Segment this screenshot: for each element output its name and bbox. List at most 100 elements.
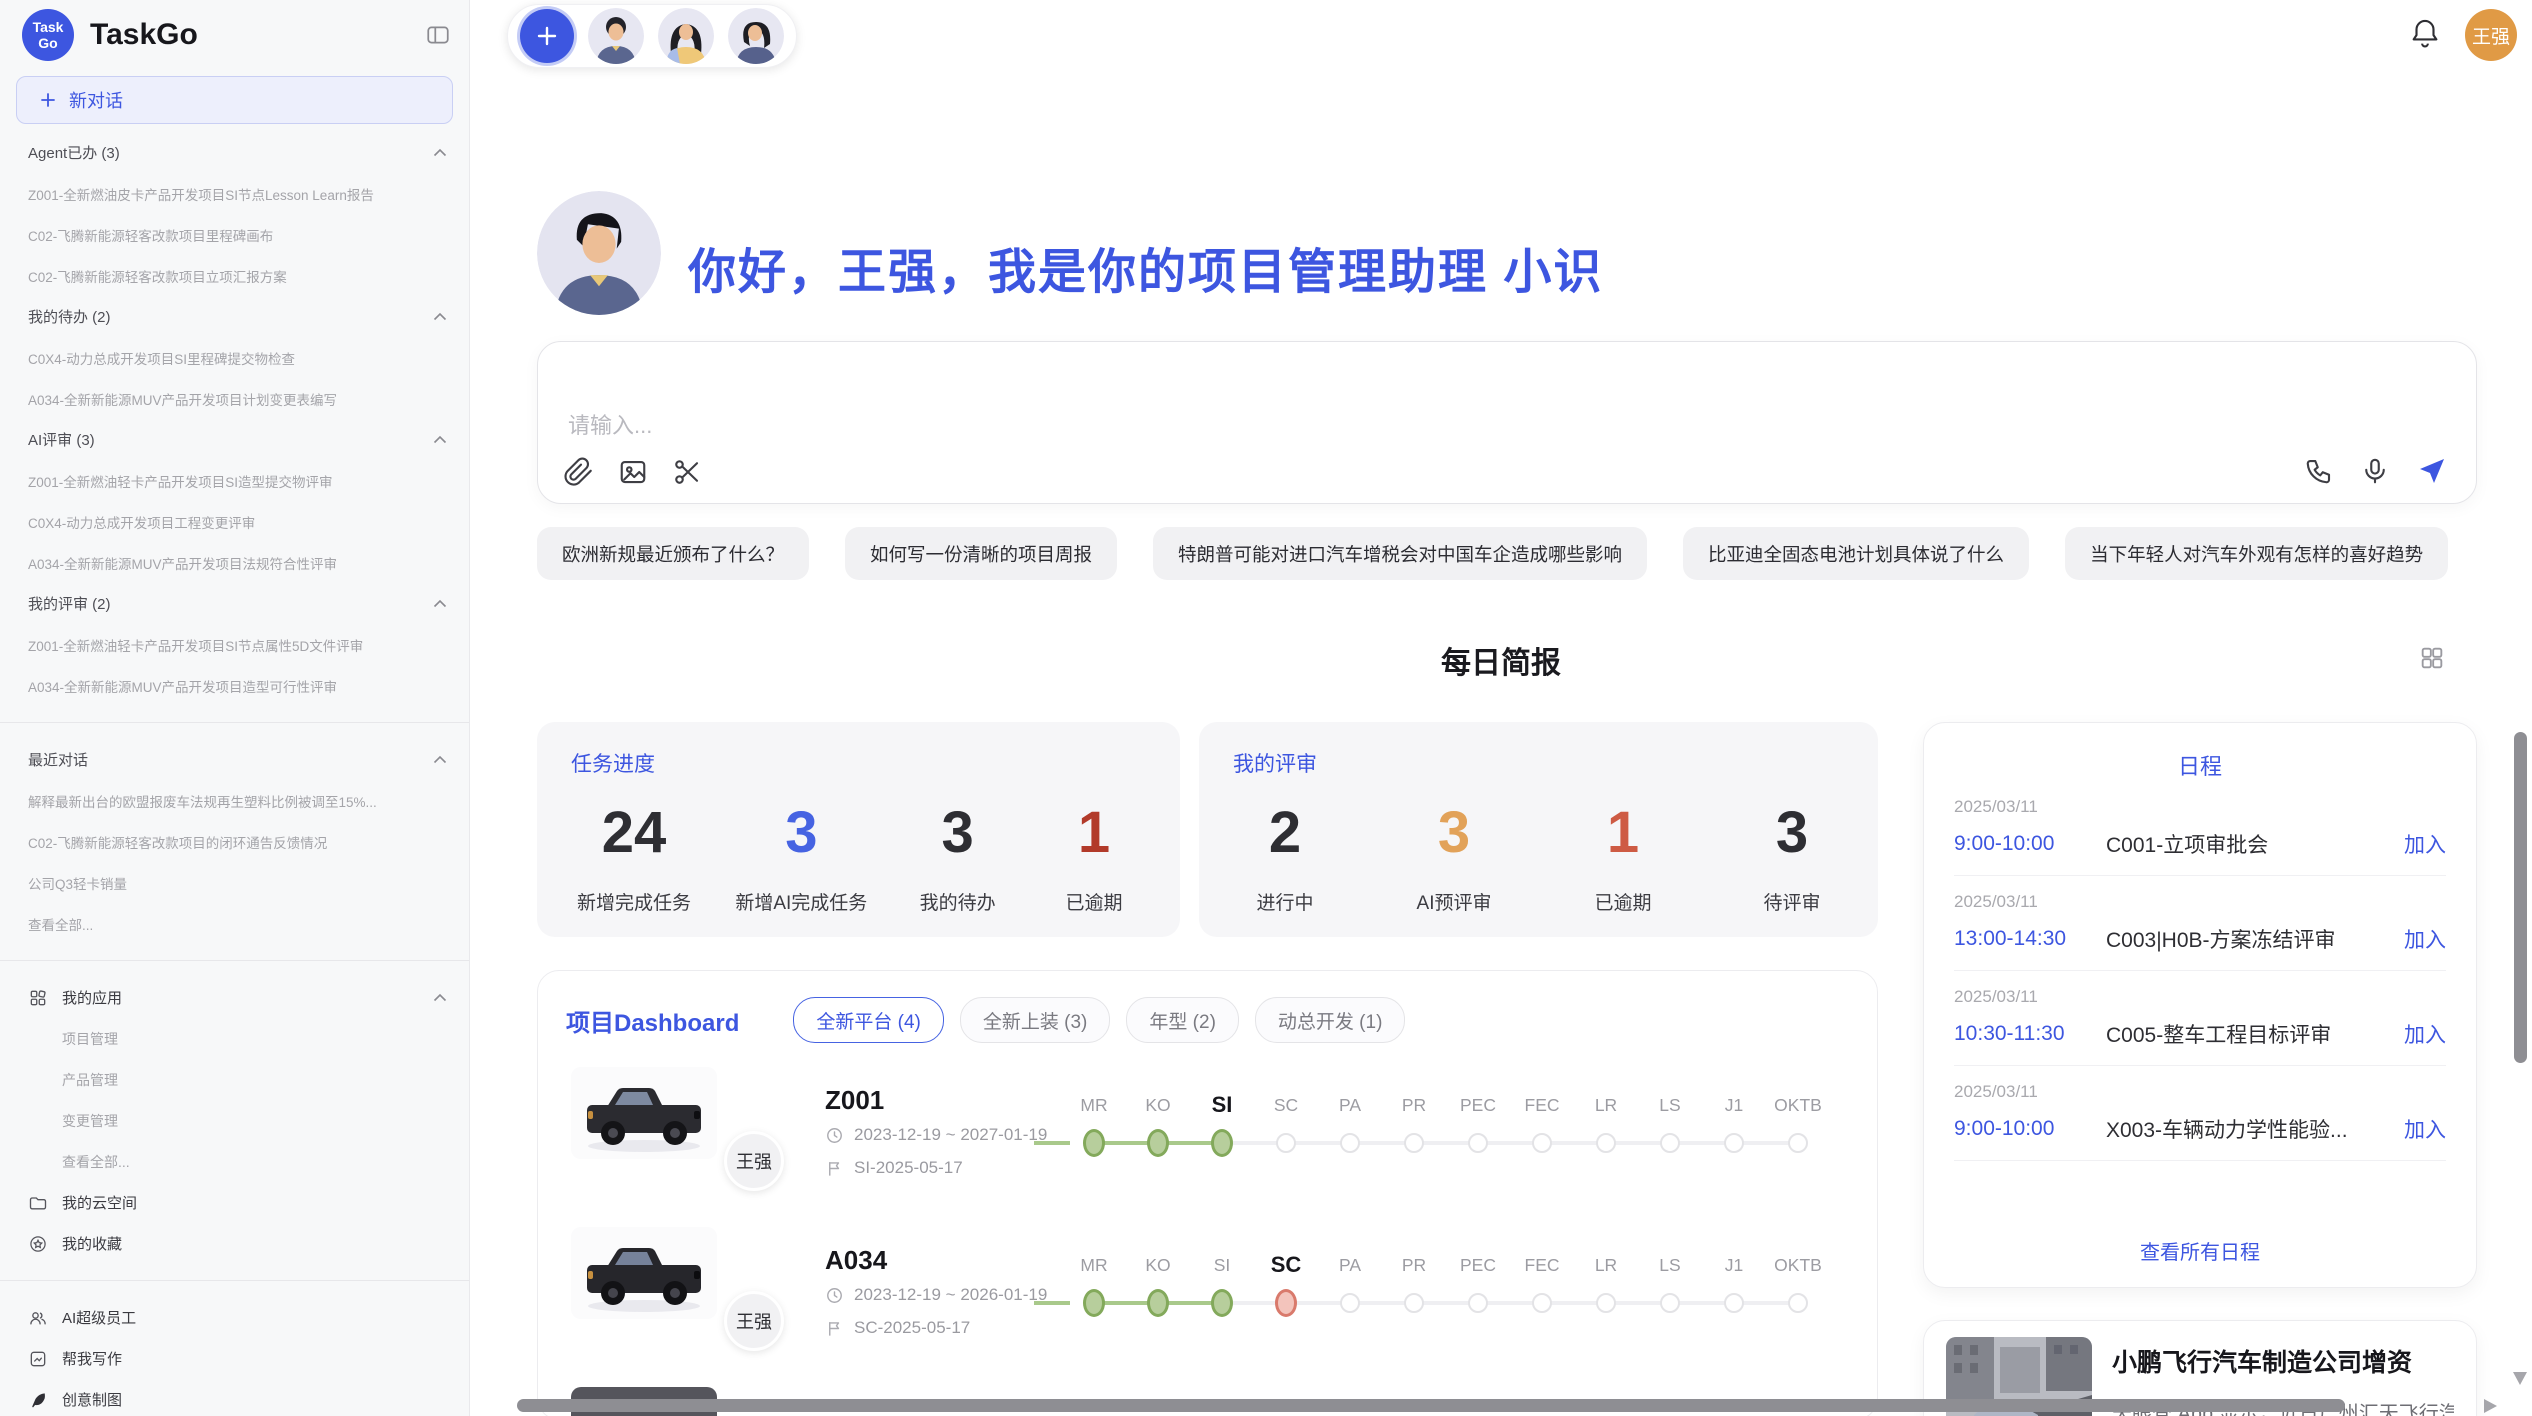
- sidebar-item-write-helper[interactable]: 帮我写作: [0, 1338, 469, 1379]
- milestone-dot: [1788, 1133, 1808, 1153]
- input-placeholder: 请输入...: [568, 408, 652, 440]
- sidebar-item[interactable]: Z001-全新燃油皮卡产品开发项目SI节点Lesson Learn报告: [0, 173, 469, 214]
- recent-chat-item[interactable]: 解释最新出台的欧盟报废车法规再生塑料比例被调至15%...: [0, 780, 469, 821]
- new-chat-button[interactable]: 新对话: [16, 76, 453, 124]
- microphone-icon[interactable]: [2360, 456, 2390, 486]
- join-link[interactable]: 加入: [2404, 829, 2446, 859]
- milestone: OKTB: [1766, 1251, 1830, 1331]
- dashboard-tab[interactable]: 全新平台 (4): [793, 997, 944, 1043]
- chevron-up-icon: [433, 755, 447, 764]
- sidebar-item[interactable]: C02-飞腾新能源轻客改款项目立项汇报方案: [0, 255, 469, 296]
- suggestion-chip[interactable]: 比亚迪全固态电池计划具体说了什么: [1683, 527, 2029, 580]
- section-header-agent-done[interactable]: Agent已办 (3): [0, 132, 469, 173]
- milestone-dot: [1596, 1133, 1616, 1153]
- stat-label: 新增完成任务: [577, 888, 691, 915]
- suggestion-chip[interactable]: 如何写一份清晰的项目周报: [845, 527, 1117, 580]
- stat-label: 新增AI完成任务: [735, 888, 867, 915]
- sidebar-item[interactable]: A034-全新新能源MUV产品开发项目法规符合性评审: [0, 542, 469, 583]
- sidebar-item-cloud[interactable]: 我的云空间: [0, 1182, 469, 1223]
- dashboard-tab[interactable]: 动总开发 (1): [1255, 997, 1406, 1043]
- suggestion-chip[interactable]: 当下年轻人对汽车外观有怎样的喜好趋势: [2065, 527, 2448, 580]
- clock-icon: [825, 1286, 844, 1305]
- add-conversation-button[interactable]: [520, 9, 574, 63]
- divider: [1954, 1160, 2446, 1161]
- stat-label: 我的待办: [912, 888, 1004, 915]
- section-header-my-todo[interactable]: 我的待办 (2): [0, 296, 469, 337]
- dashboard-tab[interactable]: 全新上装 (3): [960, 997, 1111, 1043]
- send-icon[interactable]: [2416, 455, 2448, 487]
- project-dashboard-card: 项目Dashboard 全新平台 (4) 全新上装 (3) 年型 (2) 动总开…: [537, 970, 1878, 1416]
- recent-chat-item[interactable]: C02-飞腾新能源轻客改款项目的闭环通告反馈情况: [0, 821, 469, 862]
- project-image-truck: [571, 1227, 717, 1319]
- sidebar-item-favorites[interactable]: 我的收藏: [0, 1223, 469, 1264]
- join-link[interactable]: 加入: [2404, 1019, 2446, 1049]
- project-row[interactable]: 王强 A034 2023-12-19 ~ 2026-01-19 SC-2025-…: [538, 1217, 1877, 1377]
- stat-value: 3: [912, 802, 1004, 864]
- image-upload-icon[interactable]: [618, 457, 648, 487]
- join-link[interactable]: 加入: [2404, 1114, 2446, 1144]
- sidebar-item[interactable]: Z001-全新燃油轻卡产品开发项目SI造型提交物评审: [0, 460, 469, 501]
- stat-label: 已逾期: [1577, 888, 1669, 915]
- app-item[interactable]: 查看全部...: [0, 1141, 469, 1182]
- avatar[interactable]: [658, 8, 714, 64]
- scissors-icon[interactable]: [672, 457, 702, 487]
- creative-draw-label: 创意制图: [62, 1389, 122, 1410]
- stat-label: 进行中: [1239, 888, 1331, 915]
- sidebar-item[interactable]: A034-全新新能源MUV产品开发项目造型可行性评审: [0, 665, 469, 706]
- stat-value: 3: [1746, 802, 1838, 864]
- milestone-dot: [1660, 1293, 1680, 1313]
- section-header-recent-chats[interactable]: 最近对话: [0, 739, 469, 780]
- avatar[interactable]: [588, 8, 644, 64]
- suggestion-chip[interactable]: 特朗普可能对进口汽车增税会对中国车企造成哪些影响: [1153, 527, 1647, 580]
- recent-chat-item[interactable]: 公司Q3轻卡销量: [0, 862, 469, 903]
- layout-grid-icon[interactable]: [2418, 644, 2446, 672]
- stat-value: 3: [1408, 802, 1500, 864]
- project-row[interactable]: 王强 Z001 2023-12-19 ~ 2027-01-19 SI-2025-…: [538, 1057, 1877, 1217]
- task-progress-card: 任务进度 24 新增完成任务 3 新增AI完成任务 3 我的待办: [537, 722, 1180, 937]
- vertical-scrollbar[interactable]: [2514, 732, 2527, 1063]
- sidebar-item[interactable]: C0X4-动力总成开发项目SI里程碑提交物检查: [0, 337, 469, 378]
- dashboard-tabs: 全新平台 (4) 全新上装 (3) 年型 (2) 动总开发 (1): [793, 997, 1405, 1043]
- stat: 1 已逾期: [1048, 802, 1140, 915]
- sidebar-item-creative-draw[interactable]: 创意制图: [0, 1379, 469, 1416]
- event-name: X003-车辆动力学性能验...: [2106, 1114, 2404, 1144]
- horizontal-scrollbar[interactable]: [517, 1399, 2345, 1412]
- sidebar-item[interactable]: A034-全新新能源MUV产品开发项目计划变更表编写: [0, 378, 469, 419]
- stat-value: 1: [1577, 802, 1669, 864]
- event-time: 9:00-10:00: [1954, 832, 2106, 856]
- avatar[interactable]: [728, 8, 784, 64]
- notification-bell-icon[interactable]: [2408, 16, 2442, 50]
- collapse-sidebar-icon[interactable]: [425, 22, 451, 48]
- event-date: 2025/03/11: [1954, 1082, 2446, 1102]
- dashboard-tab[interactable]: 年型 (2): [1126, 997, 1239, 1043]
- chat-input[interactable]: 请输入...: [537, 341, 2477, 504]
- my-apps-header[interactable]: 我的应用: [0, 977, 469, 1018]
- sidebar-item[interactable]: Z001-全新燃油轻卡产品开发项目SI节点属性5D文件评审: [0, 624, 469, 665]
- user-avatar[interactable]: 王强: [2465, 9, 2517, 61]
- new-chat-label: 新对话: [69, 87, 123, 113]
- app-item[interactable]: 变更管理: [0, 1100, 469, 1141]
- app-item[interactable]: 项目管理: [0, 1018, 469, 1059]
- scroll-down-arrow[interactable]: [2513, 1372, 2527, 1385]
- sidebar-item-ai-staff[interactable]: AI超级员工: [0, 1297, 469, 1338]
- project-node: SI-2025-05-17: [854, 1158, 963, 1178]
- scroll-right-arrow[interactable]: [2484, 1399, 2497, 1413]
- event-date: 2025/03/11: [1954, 797, 2446, 817]
- milestone-dot: [1532, 1293, 1552, 1313]
- view-all-schedule-link[interactable]: 查看所有日程: [1924, 1236, 2476, 1265]
- section-header-my-review[interactable]: 我的评审 (2): [0, 583, 469, 624]
- daily-brief-title: 每日简报: [470, 638, 2532, 682]
- sidebar-item[interactable]: C0X4-动力总成开发项目工程变更评审: [0, 501, 469, 542]
- milestone-dot: [1340, 1293, 1360, 1313]
- section-header-ai-review[interactable]: AI评审 (3): [0, 419, 469, 460]
- app-item[interactable]: 产品管理: [0, 1059, 469, 1100]
- suggestion-chip[interactable]: 欧洲新规最近颁布了什么？: [537, 527, 809, 580]
- sidebar-item[interactable]: C02-飞腾新能源轻客改款项目里程碑画布: [0, 214, 469, 255]
- phone-icon[interactable]: [2304, 456, 2334, 486]
- milestone: OKTB: [1766, 1091, 1830, 1171]
- recent-chat-item[interactable]: 查看全部...: [0, 903, 469, 944]
- join-link[interactable]: 加入: [2404, 924, 2446, 954]
- suggestion-chips: 欧洲新规最近颁布了什么？ 如何写一份清晰的项目周报 特朗普可能对进口汽车增税会对…: [537, 527, 2487, 580]
- attachment-icon[interactable]: [564, 457, 594, 487]
- schedule-card: 日程 2025/03/11 9:00-10:00 C001-立项审批会 加入 2…: [1923, 722, 2477, 1288]
